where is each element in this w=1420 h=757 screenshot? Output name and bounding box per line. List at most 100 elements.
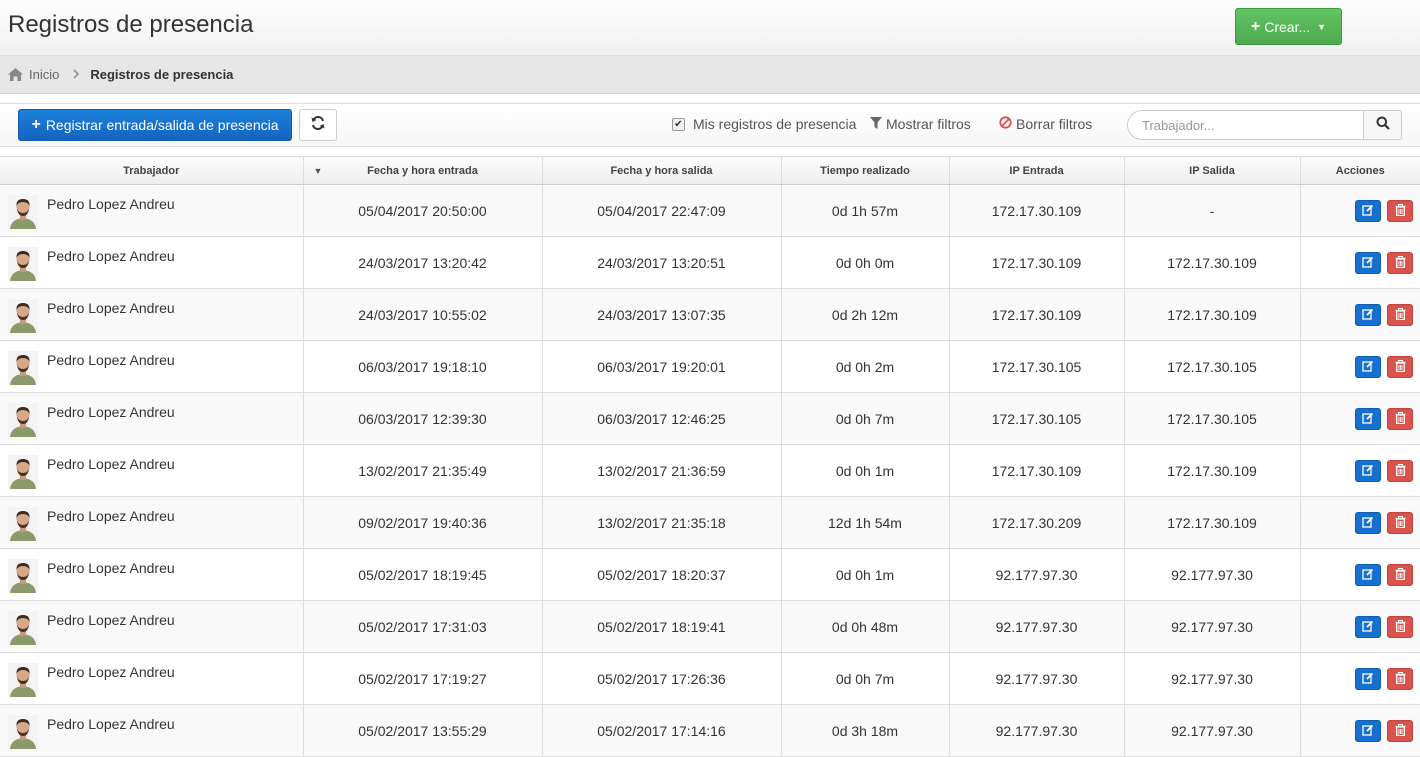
delete-button[interactable] (1387, 251, 1413, 274)
refresh-button[interactable] (299, 109, 337, 141)
trash-icon (1395, 723, 1406, 739)
edit-icon (1362, 671, 1374, 687)
show-filters-button[interactable]: Mostrar filtros (870, 116, 971, 132)
edit-button[interactable] (1355, 251, 1381, 274)
worker-search (1127, 110, 1402, 140)
table-row: Pedro Lopez Andreu 05/02/2017 17:19:27 05/… (0, 652, 1420, 705)
edit-button[interactable] (1355, 199, 1381, 222)
clear-filters-label: Borrar filtros (1016, 116, 1093, 132)
column-header-exit[interactable]: Fecha y hora salida (542, 156, 782, 185)
time-worked: 0d 0h 0m (781, 236, 950, 289)
my-records-checkbox[interactable]: ✔ (672, 117, 685, 131)
ban-icon (999, 116, 1012, 132)
actions-cell (1300, 652, 1420, 705)
ip-entry: 172.17.30.109 (949, 288, 1125, 341)
worker-search-input[interactable] (1127, 110, 1363, 140)
clear-filters-button[interactable]: Borrar filtros (999, 116, 1092, 132)
worker-name: Pedro Lopez Andreu (47, 664, 175, 680)
edit-icon (1362, 463, 1374, 479)
exit-datetime: 05/02/2017 18:20:37 (542, 548, 782, 601)
edit-button[interactable] (1355, 563, 1381, 586)
search-button[interactable] (1363, 110, 1402, 140)
worker-name: Pedro Lopez Andreu (47, 352, 175, 368)
ip-exit: 92.177.97.30 (1124, 652, 1301, 705)
avatar (8, 507, 38, 541)
worker-name: Pedro Lopez Andreu (47, 196, 175, 212)
column-header-ip-out[interactable]: IP Salida (1124, 156, 1301, 185)
ip-entry: 172.17.30.109 (949, 184, 1125, 237)
edit-icon (1362, 411, 1374, 427)
worker-cell: Pedro Lopez Andreu (0, 548, 304, 601)
entry-datetime: 05/02/2017 17:19:27 (303, 652, 543, 705)
register-presence-button[interactable]: + Registrar entrada/salida de presencia (18, 109, 292, 141)
delete-button[interactable] (1387, 459, 1413, 482)
column-header-time[interactable]: Tiempo realizado (781, 156, 950, 185)
avatar (8, 455, 38, 489)
worker-cell: Pedro Lopez Andreu (0, 704, 304, 757)
edit-button[interactable] (1355, 667, 1381, 690)
trash-icon (1395, 307, 1406, 323)
delete-button[interactable] (1387, 511, 1413, 534)
table-row: Pedro Lopez Andreu 13/02/2017 21:35:49 13/… (0, 444, 1420, 497)
ip-exit: 172.17.30.105 (1124, 392, 1301, 445)
edit-button[interactable] (1355, 303, 1381, 326)
page-header: Registros de presencia + Crear... ▼ (0, 0, 1420, 56)
edit-button[interactable] (1355, 459, 1381, 482)
ip-entry: 92.177.97.30 (949, 652, 1125, 705)
ip-exit: 172.17.30.105 (1124, 340, 1301, 393)
delete-button[interactable] (1387, 563, 1413, 586)
create-button[interactable]: + Crear... ▼ (1235, 8, 1342, 45)
entry-datetime: 13/02/2017 21:35:49 (303, 444, 543, 497)
trash-icon (1395, 359, 1406, 375)
breadcrumb: Inicio Registros de presencia (0, 56, 1420, 94)
ip-exit: - (1124, 184, 1301, 237)
edit-button[interactable] (1355, 355, 1381, 378)
trash-icon (1395, 515, 1406, 531)
actions-cell (1300, 288, 1420, 341)
ip-entry: 92.177.97.30 (949, 600, 1125, 653)
breadcrumb-home-link[interactable]: Inicio (29, 67, 59, 82)
time-worked: 0d 1h 57m (781, 184, 950, 237)
time-worked: 0d 0h 7m (781, 392, 950, 445)
edit-icon (1362, 723, 1374, 739)
avatar (8, 403, 38, 437)
edit-button[interactable] (1355, 511, 1381, 534)
table-row: Pedro Lopez Andreu 06/03/2017 19:18:10 06/… (0, 340, 1420, 393)
table-row: Pedro Lopez Andreu 24/03/2017 13:20:42 24/… (0, 236, 1420, 289)
delete-button[interactable] (1387, 303, 1413, 326)
ip-exit: 172.17.30.109 (1124, 444, 1301, 497)
delete-button[interactable] (1387, 407, 1413, 430)
exit-datetime: 24/03/2017 13:07:35 (542, 288, 782, 341)
actions-cell (1300, 236, 1420, 289)
delete-button[interactable] (1387, 199, 1413, 222)
delete-button[interactable] (1387, 615, 1413, 638)
show-filters-label: Mostrar filtros (886, 116, 971, 132)
table-row: Pedro Lopez Andreu 05/02/2017 13:55:29 05/… (0, 704, 1420, 757)
exit-datetime: 06/03/2017 12:46:25 (542, 392, 782, 445)
delete-button[interactable] (1387, 719, 1413, 742)
entry-datetime: 05/02/2017 18:19:45 (303, 548, 543, 601)
delete-button[interactable] (1387, 355, 1413, 378)
edit-button[interactable] (1355, 719, 1381, 742)
entry-datetime: 05/02/2017 17:31:03 (303, 600, 543, 653)
exit-datetime: 05/02/2017 17:26:36 (542, 652, 782, 705)
column-header-ip-in[interactable]: IP Entrada (949, 156, 1125, 185)
exit-datetime: 05/04/2017 22:47:09 (542, 184, 782, 237)
toolbar: + Registrar entrada/salida de presencia … (0, 103, 1420, 147)
delete-button[interactable] (1387, 667, 1413, 690)
worker-cell: Pedro Lopez Andreu (0, 184, 304, 237)
column-header-entry[interactable]: ▼ Fecha y hora entrada (303, 156, 543, 185)
table-row: Pedro Lopez Andreu 06/03/2017 12:39:30 06/… (0, 392, 1420, 445)
my-records-toggle[interactable]: ✔ Mis registros de presencia (672, 116, 856, 132)
worker-cell: Pedro Lopez Andreu (0, 652, 304, 705)
edit-button[interactable] (1355, 615, 1381, 638)
entry-datetime: 09/02/2017 19:40:36 (303, 496, 543, 549)
edit-button[interactable] (1355, 407, 1381, 430)
column-header-worker[interactable]: Trabajador (0, 156, 304, 185)
ip-entry: 172.17.30.209 (949, 496, 1125, 549)
exit-datetime: 13/02/2017 21:36:59 (542, 444, 782, 497)
time-worked: 0d 0h 2m (781, 340, 950, 393)
home-icon (8, 68, 23, 81)
avatar (8, 663, 38, 697)
ip-exit: 172.17.30.109 (1124, 236, 1301, 289)
